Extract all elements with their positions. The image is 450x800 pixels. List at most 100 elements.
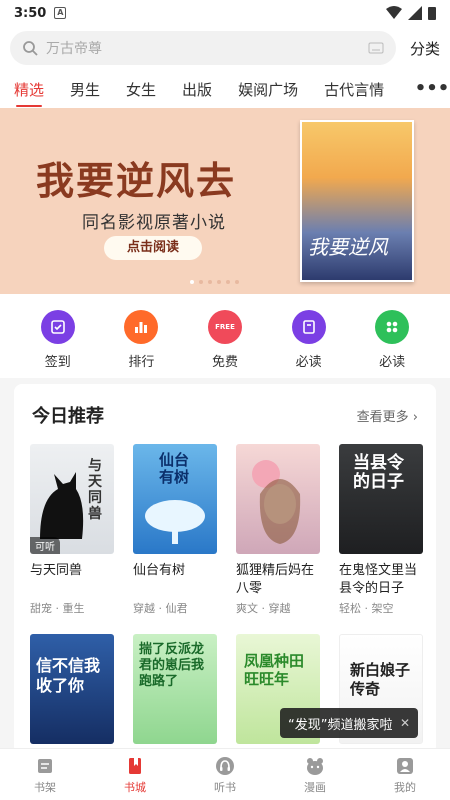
book-tags: 甜宠 · 重生	[30, 602, 85, 615]
quick-links: 签到 排行 FREE 免费 必读 必读	[0, 294, 450, 378]
search-input[interactable]: 万古帝尊	[10, 31, 396, 65]
nav-profile[interactable]: 我的	[375, 755, 435, 795]
book-card[interactable]: 狐狸精后妈在八零 爽文 · 穿越	[236, 444, 320, 616]
tab-published[interactable]: 出版	[182, 79, 212, 100]
search-icon	[23, 41, 38, 56]
book-card[interactable]: 当县令的日子 在鬼怪文里当县令的日子 轻松 · 架空	[339, 444, 423, 616]
book-card[interactable]: 信不信我收了你	[30, 634, 114, 744]
ranking-icon	[124, 310, 159, 344]
audio-badge: 可听	[30, 537, 60, 554]
category-button[interactable]: 分类	[396, 38, 440, 59]
close-icon[interactable]: ✕	[400, 716, 410, 730]
channel-tabs: 精选 男生 女生 出版 娱阅广场 古代言情 •••	[0, 70, 450, 108]
quick-link-label: 必读	[295, 355, 322, 370]
banner-subtitle: 同名影视原著小说	[82, 213, 226, 233]
search-row: 万古帝尊 分类	[0, 26, 450, 70]
book-tags: 穿越 · 仙君	[133, 602, 188, 615]
banner-pagination	[190, 280, 239, 284]
battery-icon	[428, 7, 436, 20]
book-title: 在鬼怪文里当县令的日子	[339, 563, 418, 596]
book-cover-title: 揣了反派龙君的崽后我跑路了	[139, 642, 205, 689]
book-cover-title: 仙台有树	[159, 451, 190, 486]
book-cover-title: 当县令的日子	[353, 453, 404, 492]
tab-ancient-romance[interactable]: 古代言情	[324, 79, 384, 100]
quick-link-label: 必读	[379, 355, 406, 370]
nav-label: 书城	[124, 780, 146, 794]
banner-read-button[interactable]: 点击阅读	[104, 236, 202, 260]
signal-icon	[408, 6, 422, 20]
clock: 3:50	[14, 5, 47, 21]
bookstore-icon	[124, 755, 146, 777]
banner-dot	[199, 280, 203, 284]
book-tags: 轻松 · 架空	[339, 602, 394, 615]
search-placeholder: 万古帝尊	[46, 41, 102, 57]
nav-label: 听书	[214, 780, 236, 794]
banner-dot	[208, 280, 212, 284]
status-bar: 3:50 A	[0, 0, 450, 26]
toast-text: “发现”频道搬家啦	[288, 717, 393, 733]
quick-link-free[interactable]: FREE 免费	[195, 294, 255, 378]
book-card[interactable]: 揣了反派龙君的崽后我跑路了	[133, 634, 217, 744]
book-card[interactable]: 与天同兽 可听 与天同兽 甜宠 · 重生	[30, 444, 114, 616]
promo-banner[interactable]: 我要逆风去 同名影视原著小说 点击阅读 我要逆风	[0, 108, 450, 294]
grid-icon	[375, 310, 410, 344]
book-cover-title: 与天同兽	[88, 458, 102, 522]
comic-icon	[304, 755, 326, 777]
banner-dot	[217, 280, 221, 284]
wifi-icon	[386, 6, 402, 19]
must-read-icon	[291, 310, 326, 344]
book-card[interactable]: 仙台有树 仙台有树 穿越 · 仙君	[133, 444, 217, 616]
book-title: 与天同兽	[30, 563, 83, 578]
checkin-icon	[40, 310, 75, 344]
book-tags: 爽文 · 穿越	[236, 602, 291, 615]
book-cover: 揣了反派龙君的崽后我跑路了	[133, 634, 217, 744]
more-tabs-icon[interactable]: •••	[414, 70, 450, 108]
audiobook-icon	[214, 755, 236, 777]
today-recommend-section: 今日推荐 查看更多 › 与天同兽 可听 与天同兽 甜宠 · 重生 仙台有树 仙台	[14, 384, 436, 754]
view-more-link[interactable]: 查看更多 ›	[357, 406, 418, 425]
book-cover: 仙台有树	[133, 444, 217, 554]
nav-bookstore[interactable]: 书城	[105, 755, 165, 795]
tab-featured[interactable]: 精选	[14, 79, 44, 107]
banner-cover-title: 我要逆风	[308, 235, 388, 259]
girl-illustration	[252, 460, 301, 544]
bottom-nav: 书架 书城 听书 漫画 我的	[0, 748, 450, 800]
tab-female[interactable]: 女生	[126, 79, 156, 100]
status-icons	[386, 6, 436, 20]
book-cover: 当县令的日子	[339, 444, 423, 554]
free-icon: FREE	[207, 310, 242, 344]
book-row: 与天同兽 可听 与天同兽 甜宠 · 重生 仙台有树 仙台有树 穿越 · 仙君 狐…	[30, 444, 423, 616]
nav-comic[interactable]: 漫画	[285, 755, 345, 795]
profile-icon	[394, 755, 416, 777]
book-cover-title: 信不信我收了你	[36, 656, 101, 695]
free-icon-text: FREE	[215, 323, 235, 331]
quick-link-checkin[interactable]: 签到	[28, 294, 88, 378]
book-cover: 与天同兽 可听	[30, 444, 114, 554]
tab-entertainment-square[interactable]: 娱阅广场	[238, 79, 298, 100]
banner-dot	[235, 280, 239, 284]
nav-bookshelf[interactable]: 书架	[15, 755, 75, 795]
tab-male[interactable]: 男生	[70, 79, 100, 100]
banner-dot	[190, 280, 194, 284]
quick-link-must-read[interactable]: 必读	[279, 294, 339, 378]
nav-label: 漫画	[304, 780, 326, 794]
book-cover-title: 凤凰种田旺旺年	[244, 652, 305, 688]
nav-label: 我的	[394, 780, 416, 794]
book-cover	[236, 444, 320, 554]
nav-label: 书架	[34, 780, 56, 794]
bookshelf-icon	[34, 755, 56, 777]
quick-link-label: 免费	[211, 355, 238, 370]
book-title: 狐狸精后妈在八零	[236, 563, 315, 596]
section-title: 今日推荐	[32, 406, 104, 427]
book-cover-title: 新白娘子传奇	[350, 661, 411, 698]
nav-audiobook[interactable]: 听书	[195, 755, 255, 795]
quick-link-label: 排行	[128, 355, 155, 370]
banner-title: 我要逆风去	[36, 158, 237, 203]
quick-link-must-read-2[interactable]: 必读	[362, 294, 422, 378]
book-cover: 信不信我收了你	[30, 634, 114, 744]
notification-icon: A	[54, 7, 67, 19]
book-title: 仙台有树	[133, 563, 186, 578]
banner-book-cover: 我要逆风	[300, 120, 414, 282]
channel-moved-toast: “发现”频道搬家啦 ✕	[280, 708, 418, 738]
quick-link-ranking[interactable]: 排行	[111, 294, 171, 378]
